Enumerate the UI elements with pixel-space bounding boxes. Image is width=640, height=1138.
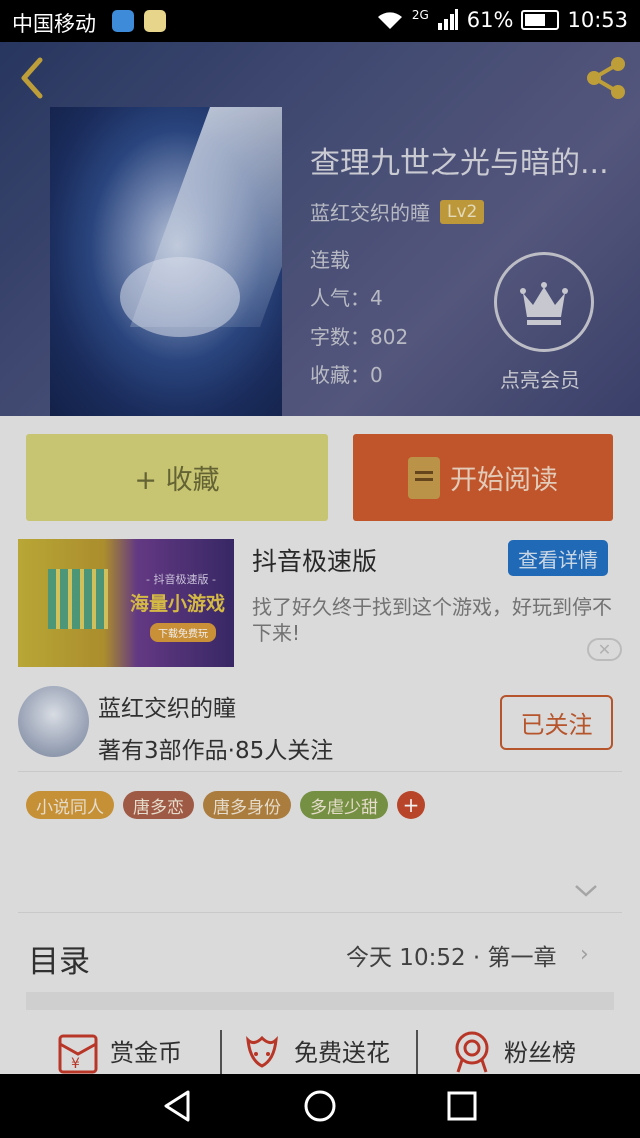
divider bbox=[18, 912, 622, 913]
vip-label[interactable]: 点亮会员 bbox=[500, 364, 580, 393]
author-card-name[interactable]: 蓝红交织的瞳 bbox=[98, 689, 236, 723]
author-name[interactable]: 蓝红交织的瞳 bbox=[310, 197, 430, 226]
flower-icon bbox=[246, 1035, 278, 1068]
ad-image[interactable]: - 抖音极速版 - 海量小游戏 下载免费玩 bbox=[18, 539, 234, 667]
clock: 10:53 bbox=[567, 8, 628, 32]
share-button[interactable] bbox=[582, 54, 630, 102]
status-bar: 中国移动 2G 61% 10:53 bbox=[0, 0, 640, 42]
tag-item[interactable]: 唐多恋 bbox=[123, 791, 194, 819]
follow-button[interactable]: 已关注 bbox=[500, 695, 613, 750]
level-badge: Lv2 bbox=[440, 199, 485, 224]
start-reading-button[interactable]: 开始阅读 bbox=[353, 434, 613, 521]
medal-icon bbox=[455, 1031, 489, 1073]
carrier-name: 中国移动 bbox=[12, 12, 96, 36]
chevron-left-icon bbox=[21, 57, 43, 99]
tag-item[interactable]: 多虐少甜 bbox=[300, 791, 388, 819]
signal-icon bbox=[437, 9, 458, 30]
tag-item[interactable]: 唐多身份 bbox=[203, 791, 291, 819]
wechat-notification-icon bbox=[144, 10, 166, 32]
book-word-count: 字数：802 bbox=[310, 325, 409, 349]
catalog-label[interactable]: 目录 bbox=[28, 936, 90, 981]
send-flowers-button[interactable]: 免费送花 bbox=[240, 1026, 390, 1074]
fan-ranking-button[interactable]: 粉丝榜 bbox=[450, 1026, 576, 1074]
ad-image-cta: 下载免费玩 bbox=[150, 623, 216, 642]
fan-ranking-label: 粉丝榜 bbox=[504, 1038, 576, 1067]
bottom-actions: ¥ 赏金币 免费送花 粉丝榜 bbox=[0, 1026, 640, 1074]
section-separator bbox=[26, 992, 614, 1010]
catalog-latest-chapter[interactable]: 今天 10:52 · 第一章 bbox=[346, 938, 557, 972]
separator bbox=[220, 1030, 222, 1074]
ad-close-button[interactable]: ✕ bbox=[587, 638, 622, 661]
app-notification-icon bbox=[112, 10, 134, 32]
tag-item[interactable]: 小说同人 bbox=[26, 791, 114, 819]
add-tag-button[interactable]: + bbox=[397, 791, 425, 819]
ad-details-button[interactable]: 查看详情 bbox=[508, 540, 608, 576]
collect-button[interactable]: + 收藏 bbox=[26, 434, 328, 521]
separator bbox=[416, 1030, 418, 1074]
book-favorites: 收藏：0 bbox=[310, 363, 383, 387]
red-envelope-icon: ¥ bbox=[58, 1034, 98, 1074]
tag-list: 小说同人 唐多恋 唐多身份 多虐少甜 + bbox=[26, 791, 425, 819]
book-status: 连载 bbox=[310, 248, 350, 272]
network-type: 2G bbox=[411, 8, 429, 22]
author-row: 蓝红交织的瞳 Lv2 bbox=[310, 197, 485, 226]
book-icon bbox=[408, 456, 440, 499]
battery-percent: 61% bbox=[466, 8, 514, 32]
wifi-icon bbox=[377, 12, 402, 29]
ad-image-subtitle: - 抖音极速版 - bbox=[146, 573, 216, 586]
ad-title[interactable]: 抖音极速版 bbox=[252, 542, 377, 578]
ad-game-graphic bbox=[48, 569, 108, 629]
status-right: 2G 61% 10:53 bbox=[376, 8, 628, 32]
system-nav-bar bbox=[0, 1074, 640, 1138]
book-title: 查理九世之光与暗的... bbox=[310, 146, 609, 181]
vip-button[interactable] bbox=[494, 252, 594, 352]
nav-home-icon[interactable] bbox=[300, 1086, 340, 1126]
back-button[interactable] bbox=[14, 56, 50, 100]
battery-icon bbox=[521, 10, 560, 30]
reward-coins-button[interactable]: ¥ 赏金币 bbox=[56, 1026, 182, 1074]
crown-icon bbox=[520, 282, 568, 325]
nav-back-icon[interactable] bbox=[158, 1086, 198, 1126]
book-cover[interactable] bbox=[50, 107, 282, 416]
send-flowers-label: 免费送花 bbox=[294, 1038, 390, 1067]
book-popularity: 人气：4 bbox=[310, 286, 383, 310]
svg-text:¥: ¥ bbox=[71, 1056, 80, 1072]
book-header: 查理九世之光与暗的... 蓝红交织的瞳 Lv2 连载 人气：4 字数：802 收… bbox=[0, 42, 640, 416]
chevron-down-icon[interactable] bbox=[572, 882, 600, 900]
author-avatar[interactable] bbox=[18, 686, 89, 757]
start-reading-label: 开始阅读 bbox=[450, 465, 558, 496]
reward-coins-label: 赏金币 bbox=[110, 1038, 182, 1067]
ad-image-headline: 海量小游戏 bbox=[130, 593, 226, 615]
nav-recents-icon[interactable] bbox=[442, 1086, 482, 1126]
author-card-stats: 著有3部作品·85人关注 bbox=[98, 738, 334, 764]
chevron-right-icon[interactable]: › bbox=[580, 942, 589, 967]
ad-description[interactable]: 找了好久终于找到这个游戏，好玩到停不下来! bbox=[252, 594, 628, 646]
share-icon bbox=[587, 57, 625, 99]
divider bbox=[18, 771, 622, 772]
